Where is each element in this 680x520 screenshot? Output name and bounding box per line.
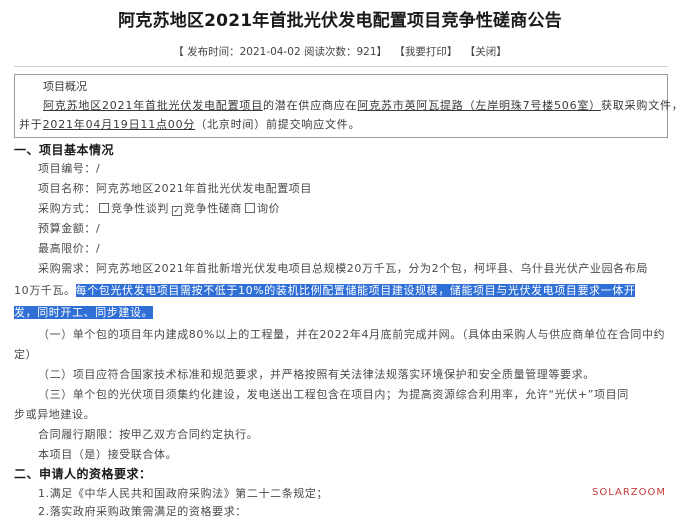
overview-text: 获取采购文件， [601, 99, 680, 112]
procurement-method: 采购方式： 竞争性谈判 ✓ 竞争性磋商 询价 [38, 200, 280, 216]
publish-info: 【 发布时间：2021-04-02 阅读次数：921】 [173, 46, 388, 58]
watermark-logo: SOLARZOOM [591, 487, 666, 498]
overview-deadline: 2021年04月19日11点00分 [42, 118, 196, 131]
method-option: 询价 [257, 202, 281, 215]
print-link[interactable]: 【我要打印】 [394, 46, 457, 58]
checkbox-icon [245, 203, 255, 213]
overview-address: 阿克苏市英阿瓦提路（左岸明珠7号楼506室） [357, 99, 601, 112]
needs-text: 10万千瓦。 [14, 284, 76, 297]
overview-text: 的潜在供应商应在 [263, 99, 358, 112]
method-label: 采购方式： [38, 202, 96, 215]
qualification-2: 2.落实政府采购政策需满足的资格要求： [38, 505, 247, 518]
requirement-item-1: （一）单个包的项目年内建成80%以上的工程量，并在2022年4月底前完成并网。（… [38, 328, 666, 341]
article-meta: 【 发布时间：2021-04-02 阅读次数：921】 【我要打印】 【关闭】 [0, 44, 680, 59]
requirement-item-3: （三）单个包的光伏项目须集约化建设，发电送出工程包含在项目内；为提高资源综合利用… [38, 388, 629, 401]
procurement-needs: 采购需求：阿克苏地区2021年首批新增光伏发电项目总规模20万千瓦，分为2个包，… [38, 262, 648, 275]
checkbox-checked-icon: ✓ [172, 206, 182, 216]
overview-project-name: 阿克苏地区2021年首批光伏发电配置项目 [43, 99, 263, 112]
checkbox-icon [99, 203, 109, 213]
overview-text: （北京时间）前提交响应文件。 [195, 118, 361, 131]
overview-box: 项目概况 阿克苏地区2021年首批光伏发电配置项目的潜在供应商应在阿克苏市英阿瓦… [14, 74, 680, 138]
selected-text: 发，同时开工、同步建设。 [14, 306, 154, 319]
consortium-note: 本项目（是）接受联合体。 [38, 448, 178, 461]
method-option: 竞争性谈判 [111, 202, 169, 215]
project-number: 项目编号：/ [38, 162, 101, 175]
qualification-1: 1.满足《中华人民共和国政府采购法》第二十二条规定； [38, 487, 329, 500]
project-name: 项目名称：阿克苏地区2021年首批光伏发电配置项目 [38, 182, 312, 195]
method-option: 竞争性磋商 [184, 202, 242, 215]
overview-heading: 项目概况 [43, 80, 87, 93]
requirement-item-3-cont: 步或异地建设。 [14, 408, 96, 421]
requirement-item-2: （二）项目应符合国家技术标准和规范要求，并严格按照有关法律法规落实环境保护和安全… [38, 368, 595, 381]
close-link[interactable]: 【关闭】 [465, 46, 507, 58]
title-divider [14, 66, 668, 67]
overview-text: 并于 [19, 118, 43, 131]
section-2-heading: 二、申请人的资格要求： [14, 467, 152, 481]
page-title: 阿克苏地区2021年首批光伏发电配置项目竞争性磋商公告 [118, 11, 562, 31]
max-price: 最高限价：/ [38, 242, 101, 255]
overview-line-1: 阿克苏地区2021年首批光伏发电配置项目的潜在供应商应在阿克苏市英阿瓦提路（左岸… [43, 96, 680, 115]
selected-text: 每个包光伏发电项目需按不低于10%的装机比例配置储能项目建设规模，储能项目与光伏… [75, 284, 636, 297]
budget-amount: 预算金额：/ [38, 222, 101, 235]
procurement-needs-cont: 发，同时开工、同步建设。 [14, 304, 154, 320]
section-1-heading: 一、项目基本情况 [14, 143, 115, 157]
requirement-item-1-cont: 定） [14, 348, 38, 361]
contract-period: 合同履行期限：按甲乙双方合同约定执行。 [38, 428, 259, 441]
procurement-needs-cont: 10万千瓦。每个包光伏发电项目需按不低于10%的装机比例配置储能项目建设规模，储… [14, 282, 636, 298]
overview-line-2: 并于2021年04月19日11点00分（北京时间）前提交响应文件。 [19, 115, 360, 134]
